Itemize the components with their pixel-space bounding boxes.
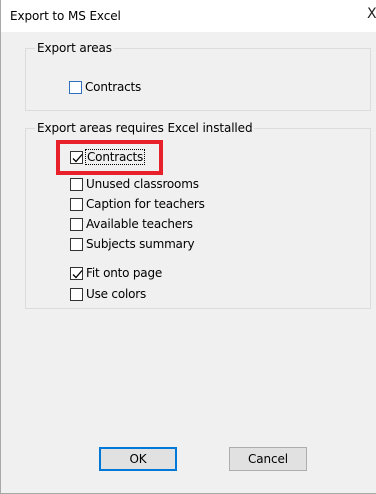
available-teachers-checkbox[interactable] bbox=[70, 217, 83, 231]
highlight-box bbox=[56, 140, 163, 175]
unused-classrooms-checkbox[interactable] bbox=[70, 177, 83, 191]
close-icon[interactable]: X bbox=[367, 6, 376, 22]
subjects-summary-label: Subjects summary bbox=[86, 237, 195, 251]
available-teachers-checkbox-row[interactable]: Available teachers bbox=[70, 216, 193, 232]
ok-button[interactable]: OK bbox=[99, 447, 177, 471]
export-contracts-checkbox-row[interactable]: Contracts bbox=[69, 79, 141, 95]
use-colors-checkbox-row[interactable]: Use colors bbox=[70, 286, 146, 302]
fit-onto-page-label: Fit onto page bbox=[86, 266, 163, 280]
subjects-summary-checkbox[interactable] bbox=[70, 237, 83, 251]
export-areas-group: Export areas Contracts bbox=[25, 41, 371, 111]
title-bar: Export to MS Excel X bbox=[1, 0, 376, 32]
use-colors-label: Use colors bbox=[86, 287, 147, 301]
fit-onto-page-checkbox[interactable] bbox=[70, 266, 83, 280]
cancel-button[interactable]: Cancel bbox=[229, 447, 307, 471]
window-title: Export to MS Excel bbox=[10, 9, 121, 23]
caption-for-teachers-label: Caption for teachers bbox=[86, 197, 205, 211]
export-contracts-label: Contracts bbox=[85, 80, 142, 94]
use-colors-checkbox[interactable] bbox=[70, 287, 83, 301]
export-contracts-checkbox[interactable] bbox=[69, 80, 82, 94]
unused-classrooms-checkbox-row[interactable]: Unused classrooms bbox=[70, 176, 199, 192]
excel-export-areas-group-label: Export areas requires Excel installed bbox=[35, 121, 255, 135]
unused-classrooms-label: Unused classrooms bbox=[86, 177, 199, 191]
subjects-summary-checkbox-row[interactable]: Subjects summary bbox=[70, 236, 195, 252]
caption-for-teachers-checkbox-row[interactable]: Caption for teachers bbox=[70, 196, 205, 212]
checkmark-icon bbox=[72, 269, 83, 278]
caption-for-teachers-checkbox[interactable] bbox=[70, 197, 83, 211]
export-areas-group-label: Export areas bbox=[35, 41, 114, 55]
available-teachers-label: Available teachers bbox=[86, 217, 193, 231]
fit-onto-page-checkbox-row[interactable]: Fit onto page bbox=[70, 265, 162, 281]
export-dialog: Export to MS Excel X Export areas Contra… bbox=[0, 0, 376, 494]
